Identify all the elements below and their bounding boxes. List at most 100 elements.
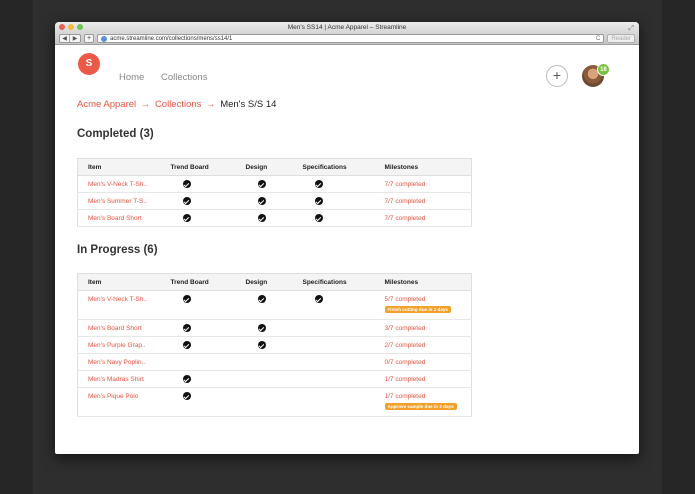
cell-inner <box>246 337 283 351</box>
cell-design <box>235 209 293 227</box>
completed-heading: Completed (3) <box>77 128 154 140</box>
close-window-button[interactable] <box>59 24 65 30</box>
site-globe-icon <box>101 35 107 42</box>
cell-inner <box>246 388 283 392</box>
cell-design <box>235 319 293 337</box>
check-circle-icon <box>314 214 323 222</box>
check-circle-icon <box>182 295 191 303</box>
back-button[interactable]: ◀ <box>60 35 70 42</box>
milestone-progress[interactable]: 1/7 completed <box>385 376 462 383</box>
item-name[interactable]: Men's V-Neck T-Sh.. <box>88 291 151 303</box>
app-logo[interactable]: S <box>78 53 100 75</box>
item-link[interactable]: Men's V-Neck T-Sh.. <box>77 290 161 320</box>
item-link[interactable]: Men's Board Short <box>77 319 161 337</box>
cell-trend <box>160 387 236 417</box>
item-link[interactable]: Men's Pique Polo <box>77 387 161 417</box>
window-controls <box>59 24 83 30</box>
milestone-progress[interactable]: 5/7 completed <box>385 296 462 303</box>
cell-inner: 1/7 completed <box>385 371 462 383</box>
notification-badge[interactable]: 16 <box>597 63 610 76</box>
breadcrumb-collections[interactable]: Collections <box>155 99 201 110</box>
add-button[interactable]: + <box>546 65 568 87</box>
table-row[interactable]: Men's V-Neck T-Sh.. 7/7 completed <box>77 175 472 193</box>
milestone-progress[interactable]: 3/7 completed <box>385 325 462 332</box>
cell-inner <box>171 176 226 190</box>
cell-inner <box>171 371 226 385</box>
table-row[interactable]: Men's Board Short 7/7 completed <box>77 209 472 227</box>
cell-spec <box>292 290 375 320</box>
minimize-window-button[interactable] <box>68 24 74 30</box>
cell-inner <box>246 210 283 224</box>
item-link[interactable]: Men's Board Short <box>77 209 161 227</box>
item-name[interactable]: Men's Purple Grap.. <box>88 337 151 349</box>
breadcrumb-acme-apparel[interactable]: Acme Apparel <box>77 99 136 110</box>
item-link[interactable]: Men's Summer T-S.. <box>77 192 161 210</box>
milestone-progress[interactable]: 7/7 completed <box>385 181 462 188</box>
milestone-progress[interactable]: 7/7 completed <box>385 215 462 222</box>
check-circle-icon <box>314 197 323 205</box>
cell-inner <box>303 176 365 190</box>
cell-inner <box>171 291 226 305</box>
check-circle-icon <box>314 295 323 303</box>
item-link[interactable]: Men's Navy Poplin.. <box>77 353 161 371</box>
cell-design <box>235 370 293 388</box>
cell-milestones: 7/7 completed <box>374 192 472 210</box>
zoom-window-button[interactable] <box>77 24 83 30</box>
cell-design <box>235 290 293 320</box>
fullscreen-icon[interactable]: ⤢ <box>628 23 634 34</box>
cell-inner: 3/7 completed <box>385 320 462 332</box>
address-bar[interactable]: acme.streamline.com/collections/mens/ss1… <box>97 34 605 43</box>
check-circle-icon <box>257 180 266 188</box>
item-name[interactable]: Men's V-Neck T-Sh.. <box>88 176 151 188</box>
milestone-progress[interactable]: 1/7 completed <box>385 393 462 400</box>
nav-collections[interactable]: Collections <box>161 72 207 83</box>
column-design: Design <box>235 273 293 291</box>
milestone-progress[interactable]: 0/7 completed <box>385 359 462 366</box>
url-text[interactable]: acme.streamline.com/collections/mens/ss1… <box>110 36 593 42</box>
item-name[interactable]: Men's Navy Poplin.. <box>88 354 151 366</box>
due-warning-badge: Approve sample due in 2 days <box>384 403 457 410</box>
table-row[interactable]: Men's Summer T-S.. 7/7 completed <box>77 192 472 210</box>
table-row[interactable]: Men's Purple Grap.. 2/7 completed <box>77 336 472 354</box>
column-item: Item <box>77 158 161 176</box>
cell-inner: 1/7 completed Approve sample due in 2 day… <box>384 388 462 410</box>
item-link[interactable]: Men's Purple Grap.. <box>77 336 161 354</box>
item-name[interactable]: Men's Summer T-S.. <box>88 193 151 205</box>
item-link[interactable]: Men's V-Neck T-Sh.. <box>77 175 161 193</box>
reload-icon[interactable]: C <box>596 36 600 42</box>
browser-window: Men's SS14 | Acme Apparel – Streamline ⤢… <box>55 22 639 454</box>
table-row[interactable]: Men's Board Short 3/7 completed <box>77 319 472 337</box>
breadcrumb-current: Men's S/S 14 <box>220 99 277 110</box>
check-circle-icon <box>257 324 266 332</box>
table-row[interactable]: Men's Navy Poplin.. 0/7 completed <box>77 353 472 371</box>
cell-spec <box>292 353 375 371</box>
item-name[interactable]: Men's Pique Polo <box>88 388 151 400</box>
cell-trend <box>160 175 236 193</box>
item-name[interactable]: Men's Madras Shirt <box>88 371 151 383</box>
item-name[interactable]: Men's Board Short <box>88 210 151 222</box>
item-name[interactable]: Men's Board Short <box>88 320 151 332</box>
cell-inner <box>171 354 226 358</box>
forward-button[interactable]: ▶ <box>70 35 80 42</box>
milestone-progress[interactable]: 2/7 completed <box>385 342 462 349</box>
cell-spec <box>292 336 375 354</box>
column-design: Design <box>235 158 293 176</box>
cell-trend <box>160 192 236 210</box>
new-tab-button[interactable]: + <box>84 34 94 43</box>
item-link[interactable]: Men's Madras Shirt <box>77 370 161 388</box>
reader-button[interactable]: Reader <box>607 34 635 43</box>
backdrop-right <box>662 0 695 494</box>
nav-home[interactable]: Home <box>119 72 144 83</box>
check-circle-icon <box>182 197 191 205</box>
cell-design <box>235 336 293 354</box>
check-circle-icon <box>182 180 191 188</box>
table-row[interactable]: Men's V-Neck T-Sh.. 5/7 completed Finish c… <box>77 290 472 320</box>
milestone-progress[interactable]: 7/7 completed <box>385 198 462 205</box>
completed-rows: Men's V-Neck T-Sh.. 7/7 completed Men's Su… <box>77 175 472 227</box>
cell-spec <box>292 192 375 210</box>
table-row[interactable]: Men's Pique Polo 1/7 completed Approve sam… <box>77 387 472 417</box>
table-row[interactable]: Men's Madras Shirt 1/7 completed <box>77 370 472 388</box>
check-circle-icon <box>182 375 191 383</box>
breadcrumb-separator: → <box>206 99 216 110</box>
check-circle-icon <box>257 295 266 303</box>
